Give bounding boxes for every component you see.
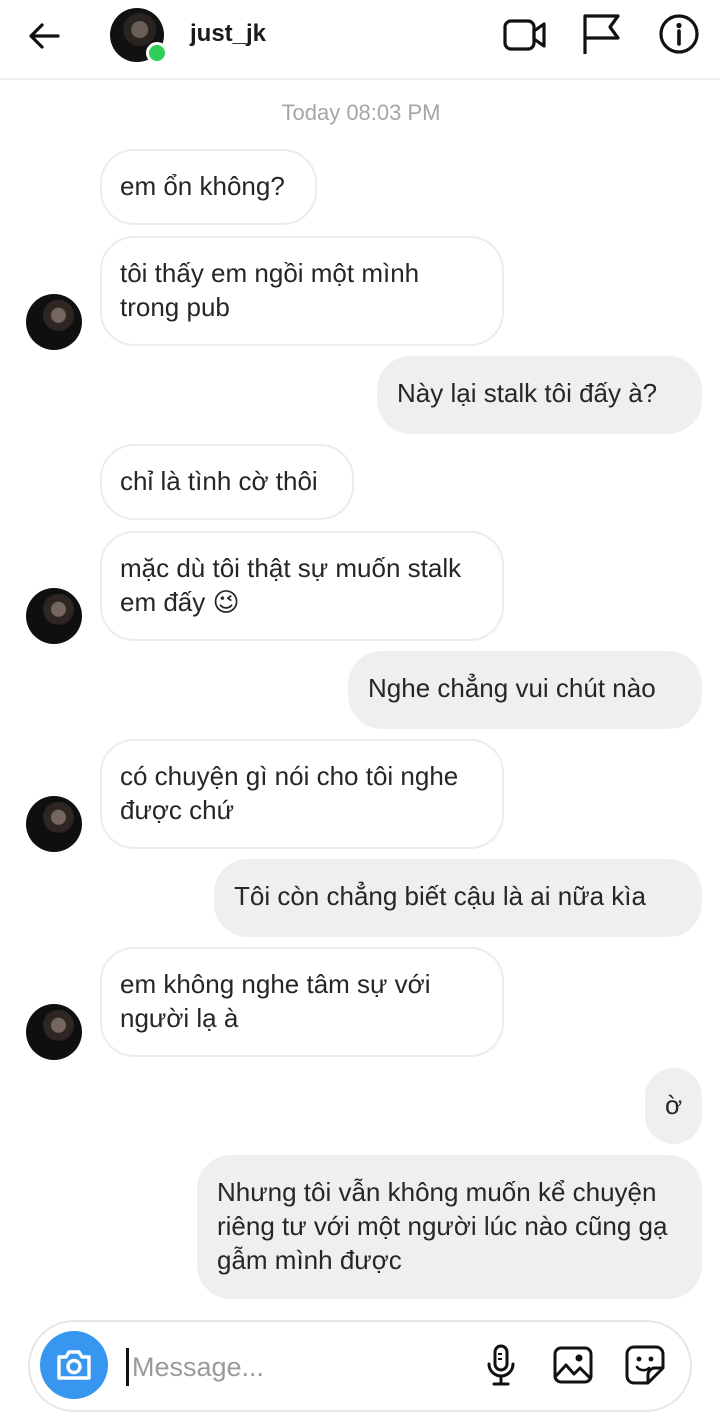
microphone-icon[interactable] — [478, 1342, 524, 1388]
incoming-message[interactable]: chỉ là tình cờ thôi — [100, 444, 354, 520]
camera-button[interactable] — [40, 1331, 108, 1399]
chat-header: just_jk — [0, 0, 720, 80]
message-text: em ổn không? — [120, 171, 285, 201]
outgoing-message[interactable]: Nghe chẳng vui chút nào — [348, 651, 702, 729]
message-text: Tôi còn chẳng biết cậu là ai nữa kìa — [234, 881, 646, 911]
outgoing-message[interactable]: Này lại stalk tôi đấy à? — [377, 356, 702, 434]
message-text: em không nghe tâm sự với người lạ à — [120, 969, 431, 1033]
wink-emoji: 😉 — [212, 587, 240, 617]
incoming-message[interactable]: có chuyện gì nói cho tôi nghe được chứ — [100, 739, 504, 849]
message-text: ờ — [664, 1090, 683, 1120]
online-status-indicator — [146, 42, 168, 64]
camera-icon — [57, 1350, 91, 1380]
video-camera-icon[interactable] — [500, 12, 550, 58]
gallery-icon[interactable] — [550, 1342, 596, 1388]
sender-avatar[interactable] — [26, 588, 82, 644]
incoming-message[interactable]: mặc dù tôi thật sự muốn stalk em đấy 😉 — [100, 531, 504, 641]
message-composer — [28, 1320, 692, 1412]
sender-avatar[interactable] — [26, 796, 82, 852]
sticker-icon[interactable] — [622, 1342, 668, 1388]
message-text: có chuyện gì nói cho tôi nghe được chứ — [120, 761, 459, 825]
message-input[interactable] — [130, 1340, 464, 1394]
incoming-message[interactable]: em ổn không? — [100, 149, 317, 225]
flag-icon[interactable] — [578, 10, 624, 58]
outgoing-message[interactable]: ờ — [645, 1068, 702, 1144]
message-text: tôi thấy em ngồi một mình trong pub — [120, 258, 420, 322]
info-icon[interactable] — [656, 10, 702, 58]
sender-avatar[interactable] — [26, 1004, 82, 1060]
back-arrow-icon[interactable] — [22, 14, 66, 58]
message-text: chỉ là tình cờ thôi — [120, 466, 318, 496]
outgoing-message[interactable]: Nhưng tôi vẫn không muốn kể chuyện riêng… — [197, 1155, 702, 1299]
message-text: Nhưng tôi vẫn không muốn kể chuyện riêng… — [217, 1177, 668, 1275]
profile-avatar[interactable] — [110, 8, 168, 64]
username[interactable]: just_jk — [190, 20, 266, 48]
text-cursor — [126, 1348, 129, 1386]
outgoing-message[interactable]: Tôi còn chẳng biết cậu là ai nữa kìa — [214, 859, 702, 937]
sender-avatar[interactable] — [26, 294, 82, 350]
message-text: Này lại stalk tôi đấy à? — [397, 378, 658, 408]
timestamp: Today 08:03 PM — [281, 100, 441, 125]
incoming-message[interactable]: em không nghe tâm sự với người lạ à — [100, 947, 504, 1057]
message-text: mặc dù tôi thật sự muốn stalk em đấy — [120, 553, 462, 617]
message-text: Nghe chẳng vui chút nào — [368, 673, 656, 703]
incoming-message[interactable]: tôi thấy em ngồi một mình trong pub — [100, 236, 504, 346]
